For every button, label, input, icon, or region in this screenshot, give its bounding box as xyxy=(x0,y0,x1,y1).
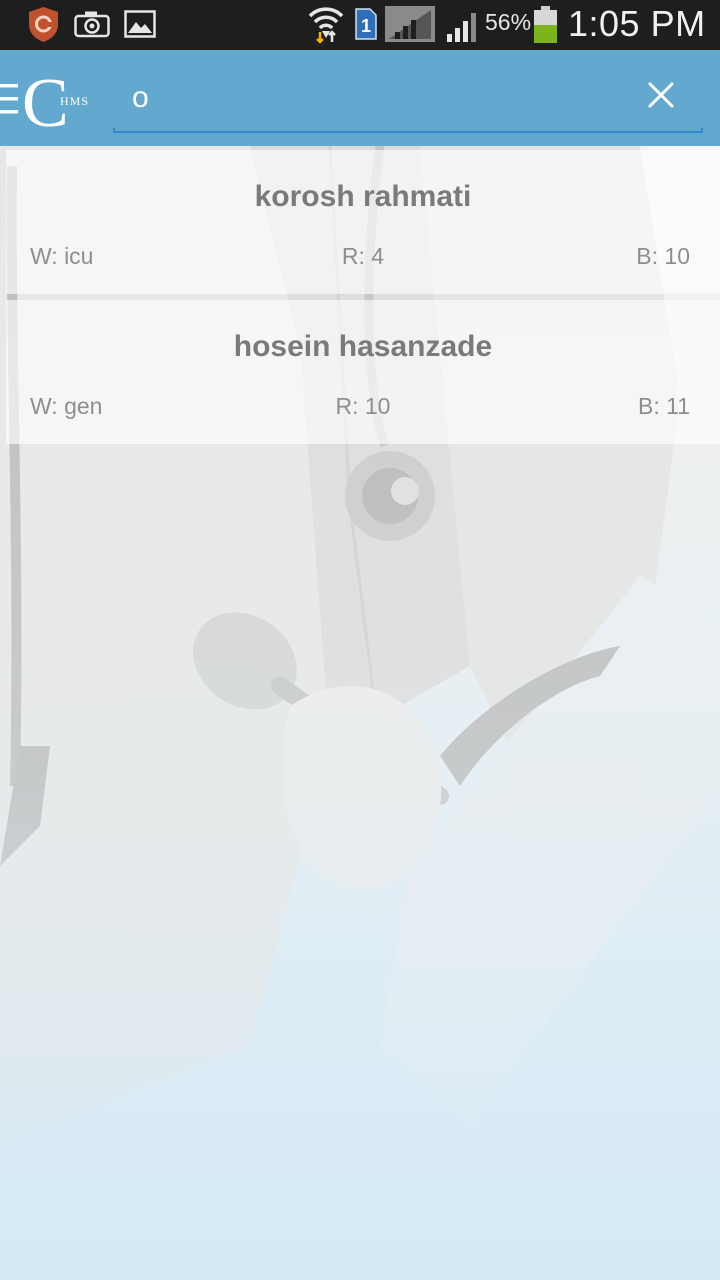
battery-percent: 56% xyxy=(485,9,532,35)
wifi-icon xyxy=(308,7,344,44)
list-item[interactable]: korosh rahmati W: icu R: 4 B: 10 xyxy=(6,150,720,294)
patient-name: hosein hasanzade xyxy=(233,330,493,363)
battery-icon xyxy=(534,6,557,43)
sim-icon: 1 xyxy=(355,8,377,40)
search-underline xyxy=(113,128,703,133)
bed-label: B: 11 xyxy=(638,393,690,419)
bed-label: B: 10 xyxy=(636,243,690,269)
patient-name: korosh rahmati xyxy=(254,180,472,213)
shield-app-icon xyxy=(29,7,58,42)
camera-icon xyxy=(74,11,110,38)
close-icon[interactable] xyxy=(640,74,682,116)
svg-text:1: 1 xyxy=(361,16,371,36)
status-bar: 1 56% 1:05 PM xyxy=(0,0,720,50)
gallery-icon xyxy=(124,10,156,38)
action-bar: C HMS xyxy=(0,50,720,146)
signal-icon xyxy=(385,6,435,42)
list-item[interactable]: hosein hasanzade W: gen R: 10 B: 11 xyxy=(6,300,720,444)
signal-icon xyxy=(447,13,476,42)
room-label: R: 10 xyxy=(335,393,391,419)
svg-text:HMS: HMS xyxy=(60,94,89,108)
patient-results-list: korosh rahmati W: icu R: 4 B: 10 hosein … xyxy=(6,150,720,450)
search-input[interactable] xyxy=(116,70,632,126)
app-logo[interactable]: C HMS xyxy=(0,68,100,130)
clock: 1:05 PM xyxy=(568,3,706,44)
room-label: R: 4 xyxy=(341,243,385,269)
menu-icon xyxy=(0,84,18,88)
